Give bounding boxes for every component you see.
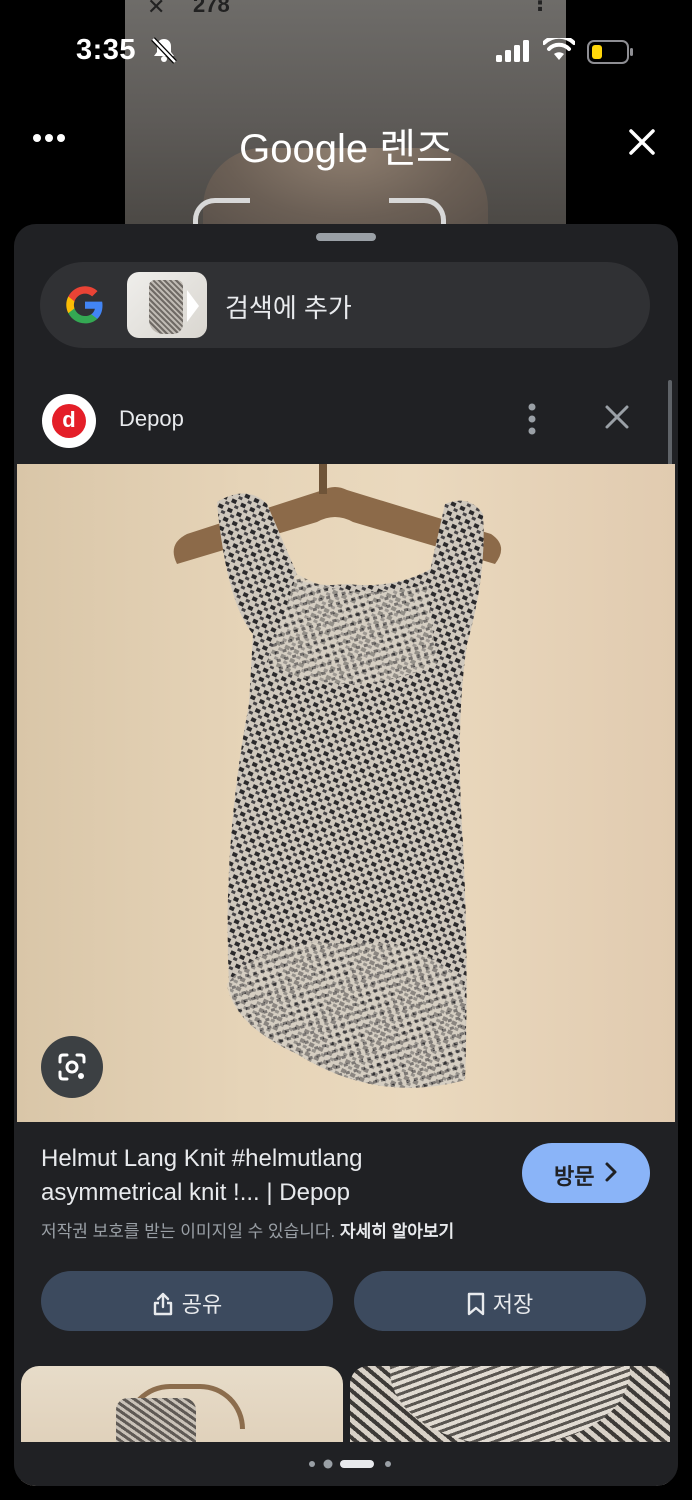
page-dot-active [340,1460,374,1468]
add-to-search-label: 검색에 추가 [225,293,352,323]
cellular-signal-icon [496,40,529,62]
lens-icon [58,1053,86,1081]
page-dot [385,1461,391,1467]
google-g-icon [66,286,103,324]
status-time: 3:35 [76,34,137,66]
copyright-notice: 저작권 보호를 받는 이미지일 수 있습니다. 자세히 알아보기 [41,1217,454,1242]
page-dot [323,1459,333,1469]
add-to-search-bar[interactable]: 검색에 추가 [40,262,650,348]
result-title-line2: asymmetrical knit !... | Depop [41,1179,350,1206]
thumbnail-pointer-icon [187,290,199,322]
page-title: Google 렌즈 [239,127,453,171]
copyright-text: 저작권 보호를 받는 이미지일 수 있습니다. [41,1222,336,1241]
results-sheet: 검색에 추가 d Depop Helmut Lang Knit #helmutl… [14,224,678,1486]
depop-logo: d [42,394,96,448]
share-button[interactable]: 공유 [41,1271,333,1331]
share-icon [153,1292,172,1316]
background-counter: 278 [193,0,230,17]
save-button[interactable]: 저장 [354,1271,646,1331]
source-header: d Depop [14,374,678,464]
share-label: 공유 [181,1292,223,1317]
sheet-drag-handle[interactable] [316,233,376,241]
knit-tank-top-photo [173,464,502,1088]
related-knit-closeup [390,1366,630,1446]
wifi-icon [543,38,575,60]
visit-button[interactable]: 방문 [522,1143,650,1203]
visit-button-label: 방문 [554,1164,595,1189]
background-screenshot: ✕ 278 ⋮ [125,0,566,243]
source-name[interactable]: Depop [119,406,184,432]
query-image-thumbnail[interactable] [127,272,207,338]
result-title-line1: Helmut Lang Knit #helmutlang [41,1145,363,1172]
learn-more-link[interactable]: 자세히 알아보기 [340,1222,454,1241]
save-label: 저장 [492,1292,534,1317]
close-result-icon[interactable] [604,404,630,430]
bell-off-icon [151,37,177,64]
bookmark-icon [467,1292,484,1316]
more-vertical-icon[interactable] [526,402,538,436]
lens-search-button[interactable] [41,1036,103,1098]
result-image[interactable] [17,464,675,1122]
battery-low-icon [587,40,633,64]
background-more-icon: ⋮ [529,0,551,15]
depop-logo-letter: d [52,404,86,438]
chevron-right-icon [605,1162,617,1182]
close-icon[interactable] [628,128,656,156]
background-close-icon: ✕ [147,0,166,19]
thumbnail-garment [149,280,183,334]
page-indicator [309,1459,391,1469]
result-title[interactable]: Helmut Lang Knit #helmutlang asymmetrica… [41,1142,501,1210]
page-dot [309,1461,315,1467]
